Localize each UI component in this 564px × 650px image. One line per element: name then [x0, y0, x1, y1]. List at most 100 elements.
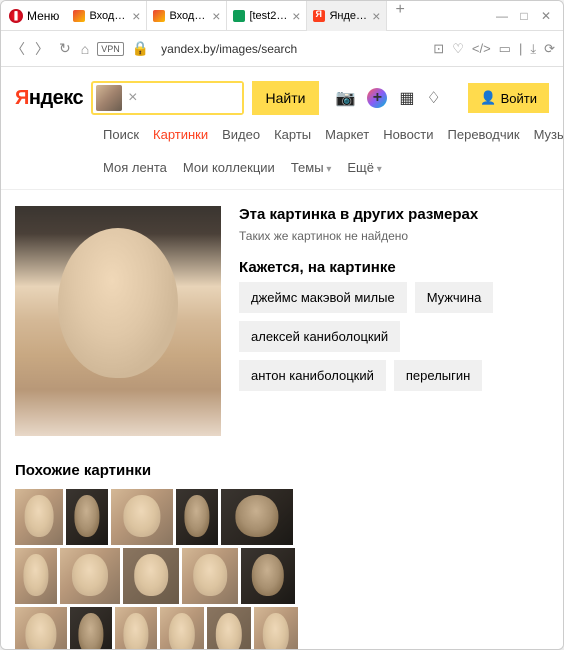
close-tab-icon[interactable]: ×: [372, 8, 380, 24]
tab-strip: Входящие - × Входящие ( × [test2] Mail ×…: [67, 1, 485, 31]
close-tab-icon[interactable]: ×: [292, 8, 300, 24]
search-button[interactable]: Найти: [252, 81, 320, 115]
similar-thumb[interactable]: [115, 607, 157, 649]
login-label: Войти: [501, 91, 537, 106]
back-icon[interactable]: 〈: [9, 37, 27, 61]
yandex-logo[interactable]: Яндекс: [15, 87, 83, 110]
close-tab-icon[interactable]: ×: [212, 8, 220, 24]
service-link[interactable]: Маркет: [325, 127, 369, 142]
yandex-icon: [313, 10, 325, 22]
tag[interactable]: джеймс макэвой милые: [239, 282, 407, 313]
lock-icon: 🔒: [130, 38, 151, 59]
similar-thumb[interactable]: [176, 489, 218, 545]
camera-icon[interactable]: 📷: [335, 88, 355, 108]
page-info-icon[interactable]: ⊡: [433, 41, 444, 57]
logo-rest: ндекс: [29, 87, 83, 109]
similar-section: Похожие картинки: [1, 452, 563, 649]
home-icon[interactable]: ⌂: [79, 39, 91, 59]
menu-label: Меню: [27, 9, 59, 23]
plus-icon[interactable]: +: [367, 88, 387, 108]
new-tab-button[interactable]: +: [387, 1, 412, 31]
browser-window: Меню Входящие - × Входящие ( × [test2] M…: [0, 0, 564, 650]
tag[interactable]: перелыгин: [394, 360, 482, 391]
reload-icon[interactable]: ↻: [57, 38, 73, 59]
service-link-active[interactable]: Картинки: [153, 127, 208, 142]
user-icon: 👤: [480, 90, 496, 106]
heart-icon[interactable]: ♡: [452, 41, 464, 57]
maximize-icon[interactable]: □: [517, 9, 531, 23]
similar-thumb[interactable]: [15, 548, 57, 604]
similar-thumb[interactable]: [15, 489, 63, 545]
similar-thumb[interactable]: [111, 489, 173, 545]
titlebar: Меню Входящие - × Входящие ( × [test2] M…: [1, 1, 563, 31]
similar-thumb[interactable]: [123, 548, 179, 604]
similar-thumb[interactable]: [241, 548, 295, 604]
subnav-feed[interactable]: Моя лента: [103, 160, 167, 175]
suggestion-tags: джеймс макэвой милые Мужчина алексей кан…: [239, 282, 549, 391]
similar-thumb[interactable]: [160, 607, 204, 649]
browser-menu-button[interactable]: Меню: [1, 5, 67, 27]
subnav-more[interactable]: Ещё: [347, 160, 381, 175]
close-tab-icon[interactable]: ×: [132, 8, 140, 24]
tag[interactable]: алексей каниболоцкий: [239, 321, 400, 352]
tab-title: [test2] Mail: [249, 10, 288, 22]
opera-icon: [9, 9, 23, 23]
tab[interactable]: Входящие ( ×: [147, 1, 227, 31]
tab[interactable]: Входящие - ×: [67, 1, 147, 31]
close-window-icon[interactable]: ✕: [539, 9, 553, 23]
service-link[interactable]: Музыка: [534, 127, 563, 142]
shield-icon[interactable]: ♢: [427, 88, 441, 108]
sheets-icon: [233, 10, 245, 22]
sync-icon[interactable]: ⟳: [544, 41, 555, 57]
gmail-icon: [73, 10, 85, 22]
subnav-collections[interactable]: Мои коллекции: [183, 160, 275, 175]
looks-like-heading: Кажется, на картинке: [239, 259, 549, 276]
divider: |: [519, 41, 522, 56]
logo-prefix: Я: [15, 87, 29, 109]
similar-thumb[interactable]: [70, 607, 112, 649]
service-nav: Поиск Картинки Видео Карты Маркет Новост…: [1, 123, 563, 150]
tab-title: Входящие -: [89, 10, 128, 22]
forward-icon[interactable]: 〉: [33, 37, 51, 61]
service-link[interactable]: Новости: [383, 127, 433, 142]
search-input[interactable]: [142, 83, 242, 113]
minimize-icon[interactable]: —: [495, 9, 509, 23]
address-bar: 〈 〉 ↻ ⌂ VPN 🔒 yandex.by/images/search ⊡ …: [1, 31, 563, 67]
login-button[interactable]: 👤 Войти: [468, 83, 549, 113]
similar-thumb[interactable]: [15, 607, 67, 649]
devtools-icon[interactable]: </>: [472, 41, 491, 56]
result-info: Эта картинка в других размерах Таких же …: [239, 206, 549, 436]
page-content: Яндекс × Найти 📷 + ▦ ♢ 👤 Войти Поиск Кар…: [1, 67, 563, 649]
service-link[interactable]: Карты: [274, 127, 311, 142]
bookmark-icon[interactable]: ▭: [499, 41, 511, 57]
search-box: ×: [91, 81, 243, 115]
similar-thumb[interactable]: [60, 548, 120, 604]
similar-heading: Похожие картинки: [15, 462, 549, 479]
header-actions: 📷 + ▦ ♢: [335, 88, 440, 108]
tag[interactable]: Мужчина: [415, 282, 494, 313]
service-link[interactable]: Поиск: [103, 127, 139, 142]
window-controls: — □ ✕: [485, 9, 563, 23]
tab-title: Яндекс.Кар: [329, 10, 368, 22]
collections-icon[interactable]: ▦: [399, 88, 414, 108]
tab[interactable]: [test2] Mail ×: [227, 1, 307, 31]
subnav-themes[interactable]: Темы: [291, 160, 332, 175]
similar-thumb[interactable]: [182, 548, 238, 604]
search-image-thumb[interactable]: [96, 85, 122, 111]
yandex-header: Яндекс × Найти 📷 + ▦ ♢ 👤 Войти: [1, 67, 563, 123]
tab-title: Входящие (: [169, 10, 208, 22]
clear-image-icon[interactable]: ×: [124, 89, 141, 107]
result-photo[interactable]: [15, 206, 221, 436]
tab-active[interactable]: Яндекс.Кар ×: [307, 1, 387, 31]
images-subnav: Моя лента Мои коллекции Темы Ещё: [1, 150, 563, 190]
service-link[interactable]: Видео: [222, 127, 260, 142]
service-link[interactable]: Переводчик: [448, 127, 520, 142]
similar-thumb[interactable]: [207, 607, 251, 649]
url-field[interactable]: yandex.by/images/search: [157, 42, 427, 56]
tag[interactable]: антон каниболоцкий: [239, 360, 386, 391]
similar-thumb[interactable]: [254, 607, 298, 649]
download-icon[interactable]: ⤓: [530, 41, 536, 57]
vpn-badge[interactable]: VPN: [97, 42, 124, 56]
similar-thumb[interactable]: [66, 489, 108, 545]
similar-thumb[interactable]: [221, 489, 293, 545]
